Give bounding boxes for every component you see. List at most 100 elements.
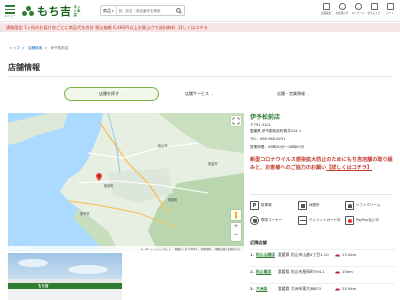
nav-label: マイページ xyxy=(351,12,365,15)
service-label: 喫茶コーナー xyxy=(261,218,282,222)
breadcrumb-current: 伊予松前店 xyxy=(50,46,69,50)
search-button[interactable] xyxy=(174,6,184,15)
notice-link[interactable]: 詳しくはコチラ xyxy=(178,25,207,31)
cloud xyxy=(18,259,48,267)
service-label: PayPay払い可 xyxy=(356,218,379,222)
nearby-title: 近隣店舗 xyxy=(250,240,267,245)
fullscreen-icon xyxy=(232,117,240,125)
tab-label: 店舗を探す xyxy=(99,91,120,96)
fullscreen-button[interactable] xyxy=(231,116,241,126)
chevron-down-icon: ⌄ xyxy=(211,92,214,96)
nav-cart[interactable]: カート xyxy=(382,3,398,19)
nearby-store-link[interactable]: 大洲店 xyxy=(256,286,278,292)
search-category-select[interactable]: 商品 xyxy=(101,6,117,15)
search-input[interactable] xyxy=(116,8,174,13)
user-icon xyxy=(354,3,362,10)
service-rest-area: 休憩所 xyxy=(298,201,320,210)
parking-icon: P xyxy=(250,201,259,210)
soft-cream-icon xyxy=(345,201,354,210)
nav-label: お客様の声 xyxy=(335,12,349,15)
map-label: 松山市 xyxy=(158,144,168,148)
map-footer: キーボードショートカット 地図データ ©2022 利用規約 地図の誤りを報告する xyxy=(8,246,244,251)
chevron-down-icon: ⌄ xyxy=(121,92,124,96)
store-wall xyxy=(8,289,122,300)
car-icon: 🚗 xyxy=(335,252,340,257)
site-logo[interactable]: もち吉 ネット本店 xyxy=(22,3,84,19)
map-label: 砥部町 xyxy=(168,198,178,202)
map-pin-icon[interactable] xyxy=(96,173,102,181)
cloud xyxy=(68,265,108,274)
notice-text: 通販限定 1ヶ所のお届け先ごとに商品代金合計 税込価格 6,480円以上お買上げ… xyxy=(6,24,176,30)
nearby-address: 松山市星岡町594-1 xyxy=(291,268,325,274)
menu-button[interactable]: メニュー xyxy=(3,3,17,19)
nav-label: カート xyxy=(386,12,394,15)
search-icon xyxy=(176,7,182,14)
nearby-pref: 愛媛県 xyxy=(278,251,290,257)
shipping-notice: 通販限定 1ヶ所のお届け先ごとに商品代金合計 税込価格 6,480円以上お買上げ… xyxy=(0,23,400,32)
nearby-pref: 愛媛県 xyxy=(278,285,290,291)
service-label: 駐車場 xyxy=(261,203,272,207)
nav-favorites[interactable]: お気に入り xyxy=(366,3,382,19)
divider xyxy=(8,76,392,77)
car-icon: 🚗 xyxy=(335,286,340,291)
search-box: 商品 xyxy=(100,5,185,16)
breadcrumb-store-search[interactable]: 店舗検索 xyxy=(28,46,42,50)
cafe-icon xyxy=(250,216,259,225)
map-footer-item[interactable]: 地図の誤りを報告する xyxy=(215,247,240,251)
service-label: 休憩所 xyxy=(309,203,320,207)
rest-area-icon xyxy=(298,201,307,210)
nav-label: お気に入り xyxy=(367,12,381,15)
map-label: 松前町 xyxy=(104,184,114,188)
tab-store-info[interactable]: 店舗・営業情報 ⌄ xyxy=(246,87,341,101)
store-hours: 営業時間：09時30分～18時00分 xyxy=(250,145,305,149)
list-item: 3. 大洲店 愛媛県 大洲市東大洲823 🚗 25.9km xyxy=(250,283,395,293)
tab-find-store[interactable]: 店舗を探す ⌄ xyxy=(64,87,159,101)
service-credit-card: クレジットカード可 xyxy=(298,216,341,225)
car-icon: 🚗 xyxy=(335,269,340,274)
nearby-store-link[interactable]: 松山南店 xyxy=(256,269,278,275)
map-footer-item[interactable]: キーボードショートカット xyxy=(141,247,171,251)
tab-label: 店舗・営業情報 xyxy=(277,91,306,96)
street-view-button[interactable] xyxy=(231,210,241,220)
zoom-out-button[interactable]: − xyxy=(231,231,241,239)
nearby-pref: 愛媛県 xyxy=(278,268,290,274)
service-parking: P 駐車場 xyxy=(250,201,272,210)
store-address: 愛媛県 伊予郡松前町筒井414-1 xyxy=(250,129,302,133)
breadcrumb: トップ > 店舗検索 > 伊予松前店 xyxy=(9,46,70,51)
list-item: 2. 松山南店 愛媛県 松山市星岡町594-1 🚗 15km xyxy=(250,266,395,276)
page-title: 店舗情報 xyxy=(8,63,40,72)
store-tel[interactable]: TEL：089-960-6251 xyxy=(250,137,286,142)
paypay-icon xyxy=(345,216,354,225)
nearby-distance: 13.4km xyxy=(341,252,357,257)
store-postal: 〒791-3101 xyxy=(250,123,271,127)
zoom-in-button[interactable]: + xyxy=(231,223,241,231)
nav-store-search[interactable]: 店舗検索 xyxy=(318,3,334,19)
service-label: ソフトクリーム xyxy=(356,203,381,207)
list-item: 1. 松山山越店 愛媛県 松山市山越4丁目1-10 🚗 13.4km xyxy=(250,249,395,259)
map-footer-item[interactable]: 利用規約 xyxy=(201,247,211,251)
store-map[interactable]: 松山市 伊予市 松前町 東温市 砥部町 + − Google キーボードショート… xyxy=(8,113,244,251)
site-header: メニュー もち吉 ネット本店 商品 店舗検索 お客様の声 マイページ お気に入り xyxy=(0,0,400,22)
nav-customer-voice[interactable]: お客様の声 xyxy=(334,3,350,19)
divider xyxy=(250,194,392,195)
header-nav: 店舗検索 お客様の声 マイページ お気に入り カート xyxy=(318,3,398,19)
nearby-distance: 15km xyxy=(341,269,353,274)
nearby-store-link[interactable]: 松山山越店 xyxy=(256,252,278,258)
covid-link[interactable]: 【詳しくはコチラ】 xyxy=(326,165,372,171)
menu-label: メニュー xyxy=(3,14,16,18)
map-label: 東温市 xyxy=(208,162,218,166)
nearby-address: 大洲市東大洲823 xyxy=(291,285,322,291)
store-photo: もち吉 xyxy=(8,253,122,300)
heart-icon xyxy=(370,3,378,10)
tab-store-services[interactable]: 店舗サービス ⌄ xyxy=(152,87,247,101)
service-cafe: 喫茶コーナー xyxy=(250,216,282,225)
service-label: クレジットカード可 xyxy=(309,218,341,222)
nav-label: 店舗検索 xyxy=(320,12,332,15)
logo-mark-icon xyxy=(22,5,34,17)
store-icon xyxy=(322,3,330,10)
nav-mypage[interactable]: マイページ xyxy=(350,3,366,19)
covid-notice: 新型コロナウイルス感染拡大防止のためにもち吉店舗の取り組みと、お客様へのご協力の… xyxy=(250,156,395,172)
breadcrumb-home[interactable]: トップ xyxy=(9,46,20,50)
chevron-down-icon: ⌄ xyxy=(307,92,310,96)
service-paypay: PayPay払い可 xyxy=(345,216,379,225)
